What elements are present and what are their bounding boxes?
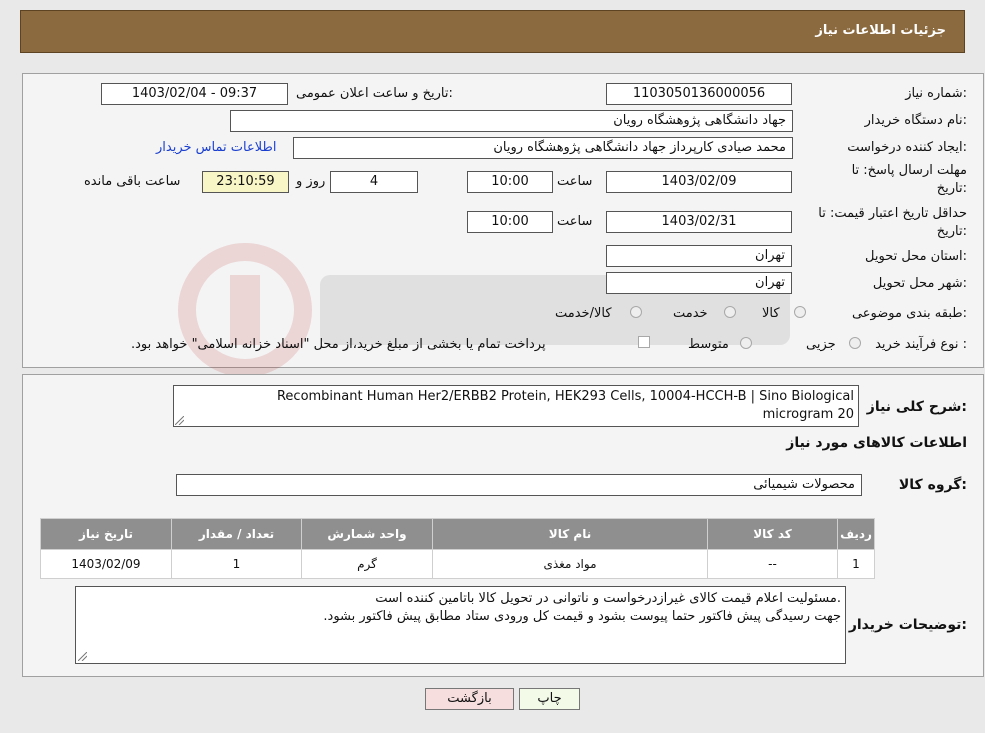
remaining-time-field: 23:10:59 <box>202 171 289 193</box>
category-radio-goods[interactable] <box>794 306 806 318</box>
items-table-wrap: ردیف کد کالا نام کالا واحد شمارش تعداد /… <box>40 518 875 579</box>
col-need-date: تاریخ نیاز <box>40 518 172 550</box>
page-header: جزئیات اطلاعات نیاز <box>20 10 965 53</box>
col-quantity: تعداد / مقدار <box>171 518 302 550</box>
deadline-label-date: تاریخ: <box>936 181 967 196</box>
province-label: استان محل تحویل: <box>865 249 967 264</box>
cell-unit: گرم <box>301 549 433 579</box>
remaining-label: ساعت باقی مانده <box>84 174 181 189</box>
col-item-code: کد کالا <box>707 518 838 550</box>
days-label: روز و <box>296 174 326 189</box>
announce-label: تاریخ و ساعت اعلان عمومی: <box>296 86 453 101</box>
buyer-label: نام دستگاه خریدار: <box>864 113 967 128</box>
category-radio-goods-service[interactable] <box>630 306 642 318</box>
creator-field: محمد صیادی کارپرداز جهاد دانشگاهی پژوهشگ… <box>293 137 793 159</box>
cell-quantity: 1 <box>171 549 302 579</box>
col-row-number: ردیف <box>837 518 875 550</box>
description-label: شرح کلی نیاز: <box>866 399 967 415</box>
need-number-field: 1103050136000056 <box>606 83 792 105</box>
table-row: 1 -- مواد مغذی گرم 1 1403/02/09 <box>40 549 875 579</box>
buyer-field: جهاد دانشگاهی پژوهشگاه رویان <box>230 110 793 132</box>
treasury-note: پرداخت تمام یا بخشی از مبلغ خرید،از محل … <box>131 337 546 352</box>
purchase-radio-minor[interactable] <box>849 337 861 349</box>
buyer-notes-line-1: .مسئولیت اعلام قیمت کالای غیرازدرخواست و… <box>375 591 841 606</box>
resize-grip-icon[interactable] <box>175 416 184 425</box>
purchase-radio-medium[interactable] <box>740 337 752 349</box>
back-button[interactable]: بازگشت <box>425 688 514 710</box>
buyer-contact-link[interactable]: اطلاعات تماس خریدار <box>156 140 276 155</box>
table-header-row: ردیف کد کالا نام کالا واحد شمارش تعداد /… <box>40 518 875 550</box>
category-option-service: خدمت <box>673 306 708 321</box>
deadline-label: مهلت ارسال پاسخ: تا <box>851 163 967 178</box>
buyer-notes-textarea[interactable]: .مسئولیت اعلام قیمت کالای غیرازدرخواست و… <box>75 586 846 664</box>
purchase-type-label: نوع فرآیند خرید : <box>875 337 967 352</box>
category-option-goods-service: کالا/خدمت <box>555 306 612 321</box>
cell-row-number: 1 <box>837 549 875 579</box>
days-field: 4 <box>330 171 418 193</box>
validity-time-field: 10:00 <box>467 211 553 233</box>
deadline-time-label: ساعت <box>557 174 593 189</box>
goods-group-field: محصولات شیمیائی <box>176 474 862 496</box>
validity-label: حداقل تاریخ اعتبار قیمت: تا <box>818 206 967 221</box>
deadline-time-field: 10:00 <box>467 171 553 193</box>
cell-item-code: -- <box>707 549 838 579</box>
creator-label: ایجاد کننده درخواست: <box>847 140 967 155</box>
items-section-title: اطلاعات کالاهای مورد نیاز <box>786 435 967 451</box>
buyer-notes-line-2: جهت رسیدگی پیش فاکتور حتما پیوست بشود و … <box>323 609 841 624</box>
items-table: ردیف کد کالا نام کالا واحد شمارش تعداد /… <box>40 518 875 579</box>
resize-grip-icon[interactable] <box>78 652 87 661</box>
col-item-name: نام کالا <box>432 518 708 550</box>
validity-time-label: ساعت <box>557 214 593 229</box>
buyer-notes-label: توضیحات خریدار: <box>848 617 967 633</box>
purchase-option-medium: متوسط <box>688 337 729 352</box>
validity-label-date: تاریخ: <box>936 224 967 239</box>
description-textarea[interactable]: Recombinant Human Her2/ERBB2 Protein, HE… <box>173 385 859 427</box>
treasury-checkbox[interactable] <box>638 336 650 348</box>
city-label: شهر محل تحویل: <box>872 276 967 291</box>
province-field: تهران <box>606 245 792 267</box>
purchase-option-minor: جزیی <box>806 337 836 352</box>
deadline-date-field: 1403/02/09 <box>606 171 792 193</box>
page-title: جزئیات اطلاعات نیاز <box>815 23 946 38</box>
description-line-2: 20 microgram <box>762 407 854 422</box>
col-unit: واحد شمارش <box>301 518 433 550</box>
city-field: تهران <box>606 272 792 294</box>
category-radio-service[interactable] <box>724 306 736 318</box>
cell-item-name: مواد مغذی <box>432 549 708 579</box>
goods-group-label: گروه کالا: <box>898 477 967 493</box>
category-option-goods: کالا <box>762 306 780 321</box>
cell-need-date: 1403/02/09 <box>40 549 172 579</box>
validity-date-field: 1403/02/31 <box>606 211 792 233</box>
announce-date-field: 1403/02/04 - 09:37 <box>101 83 288 105</box>
category-label: طبقه بندی موضوعی: <box>851 306 967 321</box>
need-number-label: شماره نیاز: <box>905 86 967 101</box>
description-line-1: Recombinant Human Her2/ERBB2 Protein, HE… <box>276 389 854 404</box>
print-button[interactable]: چاپ <box>519 688 580 710</box>
